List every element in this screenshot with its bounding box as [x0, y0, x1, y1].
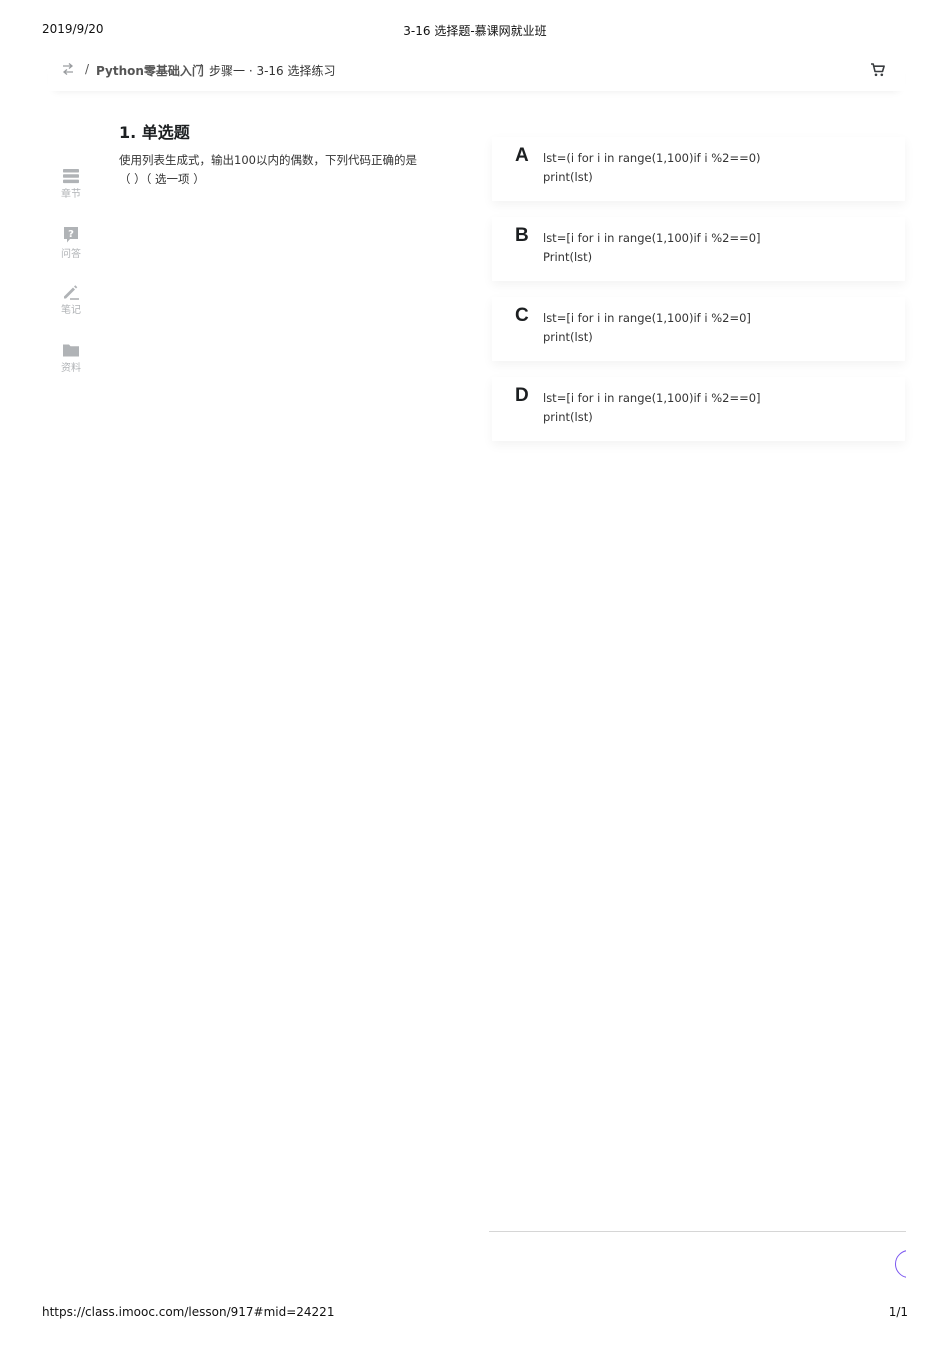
answer-option-c[interactable]: C lst=[i for i in range(1,100)if i %2=0]… [492, 297, 905, 361]
print-header: 2019/9/20 3-16 选择题-慕课网就业班 [42, 22, 908, 40]
page-number: 1/1 [888, 1305, 908, 1319]
sidebar-item-chapters[interactable]: 章节 [48, 168, 94, 200]
question-icon: ? [64, 227, 78, 243]
folder-icon [63, 344, 79, 357]
breadcrumb-current-step: 步骤一 · 3-16 选择练习 [209, 64, 336, 78]
print-footer: https://class.imooc.com/lesson/917#mid=2… [42, 1305, 908, 1323]
sidebar-item-label: 笔记 [61, 305, 81, 316]
question-title: 1. 单选题 [119, 123, 190, 142]
answer-option-d[interactable]: D lst=[i for i in range(1,100)if i %2==0… [492, 377, 905, 441]
chapters-icon [63, 169, 79, 184]
cart-icon[interactable] [870, 62, 886, 78]
top-navigation-bar: / Python零基础入门 / 步骤一 · 3-16 选择练习 [48, 55, 905, 91]
swap-icon[interactable] [60, 61, 76, 77]
sidebar-item-materials[interactable]: 资料 [48, 342, 94, 374]
sidebar-item-label: 章节 [61, 189, 81, 200]
breadcrumb-separator: / [198, 62, 203, 76]
option-code: lst=[i for i in range(1,100)if i %2==0] … [543, 391, 761, 424]
option-code: lst=[i for i in range(1,100)if i %2==0] … [543, 231, 761, 264]
option-letter: A [515, 145, 529, 166]
option-letter: D [515, 385, 529, 406]
print-title: 3-16 选择题-慕课网就业班 [403, 24, 547, 38]
answer-option-b[interactable]: B lst=[i for i in range(1,100)if i %2==0… [492, 217, 905, 281]
side-toolbar: 章节 ? 问答 笔记 资料 [48, 92, 94, 392]
svg-text:?: ? [68, 229, 74, 240]
loading-spinner-icon [893, 1250, 906, 1280]
option-code: lst=[i for i in range(1,100)if i %2=0] p… [543, 311, 751, 344]
sidebar-item-notes[interactable]: 笔记 [48, 284, 94, 316]
sidebar-item-label: 问答 [61, 249, 81, 260]
sidebar-item-label: 资料 [61, 363, 81, 374]
divider [489, 1231, 906, 1232]
sidebar-item-qa[interactable]: ? 问答 [48, 226, 94, 260]
answer-option-a[interactable]: A lst=(i for i in range(1,100)if i %2==0… [492, 137, 905, 201]
print-url: https://class.imooc.com/lesson/917#mid=2… [42, 1305, 335, 1319]
option-letter: C [515, 305, 529, 326]
pencil-icon [64, 285, 79, 300]
option-code: lst=(i for i in range(1,100)if i %2==0) … [543, 151, 761, 184]
question-text: 使用列表生成式，输出100以内的偶数，下列代码正确的是（ ）（ 选一项 ） [119, 153, 417, 186]
option-letter: B [515, 225, 529, 246]
breadcrumb-separator: / [85, 62, 90, 76]
breadcrumb-course-link[interactable]: Python零基础入门 [96, 62, 204, 79]
